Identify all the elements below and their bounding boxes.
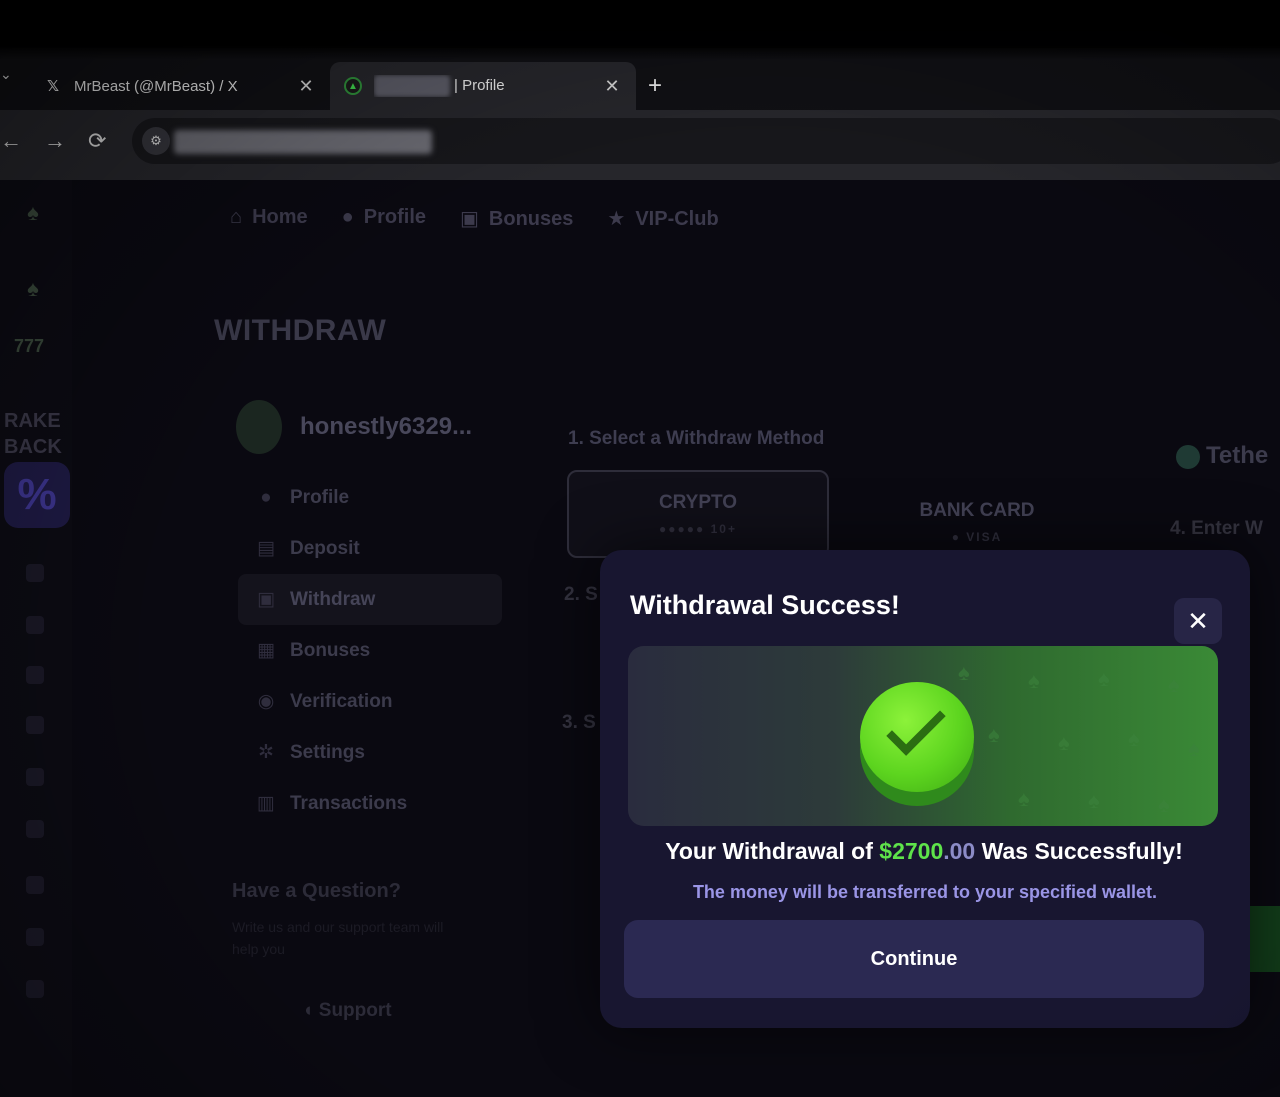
close-tab-icon[interactable]: ✕ bbox=[296, 76, 316, 97]
gift-icon: ▣ bbox=[460, 208, 479, 230]
slots-777-icon[interactable]: 777 bbox=[14, 336, 44, 362]
flame-pattern-icon: ♠ bbox=[1058, 730, 1070, 755]
close-icon[interactable]: ✕ bbox=[1174, 598, 1222, 644]
tab-title: | Profile bbox=[454, 76, 505, 94]
home-icon: ⌂ bbox=[230, 206, 243, 228]
tether-coin-icon bbox=[1176, 444, 1200, 469]
nav-profile[interactable]: ● Profile bbox=[342, 206, 426, 231]
rail-icon[interactable] bbox=[26, 820, 44, 838]
withdrawal-success-modal: Withdrawal Success! ✕ ♠ ♠ ♠ ♠ ♠ ♠ ♠ ♠ ♠ … bbox=[600, 550, 1250, 1028]
site-info-icon[interactable]: ⚙ bbox=[142, 127, 170, 155]
browser-toolbar: ← → ⟳ ⚙ bbox=[0, 110, 1280, 180]
flame-pattern-icon: ♠ bbox=[1188, 736, 1200, 761]
address-bar[interactable]: ⚙ bbox=[132, 118, 1280, 164]
rail-icon[interactable] bbox=[26, 980, 44, 998]
step-4-label: 4. Enter W bbox=[1170, 518, 1263, 539]
side-item-verification[interactable]: ◉ Verification bbox=[238, 676, 502, 727]
modal-title: Withdrawal Success! bbox=[630, 590, 900, 620]
flame-pattern-icon: ♠ bbox=[1128, 726, 1140, 751]
rail-icon[interactable] bbox=[26, 768, 44, 786]
back-arrow-icon[interactable]: ← bbox=[0, 128, 22, 154]
rakeback-percent-icon[interactable]: % bbox=[4, 462, 70, 528]
flame-pattern-icon: ♠ bbox=[1028, 668, 1040, 693]
help-subtitle: Write us and our support team will help … bbox=[232, 919, 444, 957]
flame-pattern-icon: ♠ bbox=[1098, 666, 1110, 691]
user-icon: ● bbox=[260, 486, 272, 508]
star-icon: ★ bbox=[607, 208, 626, 230]
rail-icon[interactable] bbox=[26, 928, 44, 946]
left-rail: ♠ ♠ 777 RAKE BACK % bbox=[0, 180, 72, 1097]
crypto-coins-icons: ●●●●● 10+ bbox=[659, 522, 737, 536]
rail-icon[interactable] bbox=[26, 876, 44, 894]
side-item-bonuses[interactable]: ▦ Bonuses bbox=[238, 625, 502, 676]
top-navigation: ⌂ Home ● Profile ▣ Bonuses ★ VIP-Club bbox=[230, 206, 719, 231]
side-item-profile[interactable]: ● Profile bbox=[238, 472, 502, 523]
rail-icon[interactable] bbox=[26, 616, 44, 634]
help-title: Have a Question? bbox=[232, 880, 401, 902]
browser-tab-strip: ⌄ 𝕏 MrBeast (@MrBeast) / X ✕ ▲ | Profile… bbox=[0, 48, 1280, 110]
step-select-method: 1. Select a Withdraw Method bbox=[568, 428, 825, 449]
mastercard-icon: ● bbox=[951, 530, 961, 544]
lock-icon: ▣ bbox=[257, 589, 275, 610]
side-item-deposit[interactable]: ▤ Deposit bbox=[238, 523, 502, 574]
flame-pattern-icon: ♠ bbox=[958, 660, 970, 685]
headset-icon: ◖ bbox=[302, 1000, 319, 1021]
page-title: WITHDRAW bbox=[214, 314, 387, 347]
step-3-label: 3. S bbox=[562, 712, 596, 733]
browser-tab-mrbeast[interactable]: 𝕏 MrBeast (@MrBeast) / X ✕ bbox=[30, 62, 330, 110]
flame-icon[interactable]: ♠ bbox=[20, 276, 46, 302]
wallet-icon: ▤ bbox=[257, 538, 275, 559]
flame-pattern-icon: ♠ bbox=[1018, 786, 1030, 811]
reload-icon[interactable]: ⟳ bbox=[88, 128, 106, 154]
browser-tab-profile[interactable]: ▲ | Profile ✕ bbox=[330, 62, 636, 110]
success-message: Your Withdrawal of $2700.00 Was Successf… bbox=[665, 838, 1183, 864]
withdrawal-amount-cents: .00 bbox=[943, 838, 976, 864]
gear-icon: ✲ bbox=[258, 742, 274, 763]
rail-icon[interactable] bbox=[26, 666, 44, 684]
flame-pattern-icon: ♠ bbox=[1158, 792, 1170, 817]
username: honestly6329... bbox=[300, 413, 473, 440]
list-icon: ▥ bbox=[257, 793, 275, 814]
avatar bbox=[236, 400, 282, 454]
forward-arrow-icon[interactable]: → bbox=[44, 128, 66, 154]
continue-button[interactable]: Continue bbox=[624, 920, 1204, 998]
x-logo-icon: 𝕏 bbox=[46, 78, 60, 95]
shield-icon: ◉ bbox=[257, 691, 275, 712]
checkmark-icon bbox=[886, 696, 946, 756]
nav-vip-club[interactable]: ★ VIP-Club bbox=[607, 206, 718, 231]
check-circle-icon bbox=[860, 682, 974, 792]
success-banner-image: ♠ ♠ ♠ ♠ ♠ ♠ ♠ ♠ ♠ ♠ ♠ bbox=[628, 646, 1218, 826]
side-item-settings[interactable]: ✲ Settings bbox=[238, 727, 502, 778]
rail-icon[interactable] bbox=[26, 716, 44, 734]
user-icon: ● bbox=[341, 206, 354, 228]
site-logo-icon[interactable]: ♠ bbox=[20, 200, 46, 226]
profile-side-menu: ● Profile ▤ Deposit ▣ Withdraw ▦ Bonuses ◉ Ve… bbox=[238, 472, 502, 829]
gift-icon: ▦ bbox=[257, 640, 275, 661]
tab-title: MrBeast (@MrBeast) / X bbox=[74, 77, 238, 95]
flame-pattern-icon: ♠ bbox=[1088, 788, 1100, 813]
currency-selector[interactable]: Tethe bbox=[1176, 442, 1268, 470]
site-flame-icon: ▲ bbox=[344, 77, 362, 95]
support-link[interactable]: ◖ Support bbox=[302, 1000, 392, 1022]
withdrawal-amount: $2700 bbox=[879, 838, 944, 864]
flame-pattern-icon: ♠ bbox=[988, 722, 1000, 747]
nav-bonuses[interactable]: ▣ Bonuses bbox=[460, 206, 573, 231]
new-tab-button[interactable]: + bbox=[648, 72, 662, 100]
nav-home[interactable]: ⌂ Home bbox=[230, 206, 308, 231]
tab-search-chevron-icon[interactable]: ⌄ bbox=[0, 66, 12, 83]
method-crypto-card[interactable]: CRYPTO ●●●●● 10+ bbox=[567, 470, 829, 558]
step-2-label: 2. S bbox=[564, 584, 598, 605]
flame-pattern-icon: ♠ bbox=[1168, 672, 1180, 697]
redacted-site-name bbox=[374, 75, 450, 97]
user-profile-header: honestly6329... bbox=[236, 400, 472, 454]
rail-icon[interactable] bbox=[26, 564, 44, 582]
close-tab-icon[interactable]: ✕ bbox=[602, 76, 622, 97]
side-item-withdraw[interactable]: ▣ Withdraw bbox=[238, 574, 502, 625]
side-item-transactions[interactable]: ▥ Transactions bbox=[238, 778, 502, 829]
rakeback-label[interactable]: RAKE BACK bbox=[4, 408, 62, 460]
redacted-url bbox=[174, 130, 432, 154]
transfer-note: The money will be transferred to your sp… bbox=[692, 882, 1158, 902]
